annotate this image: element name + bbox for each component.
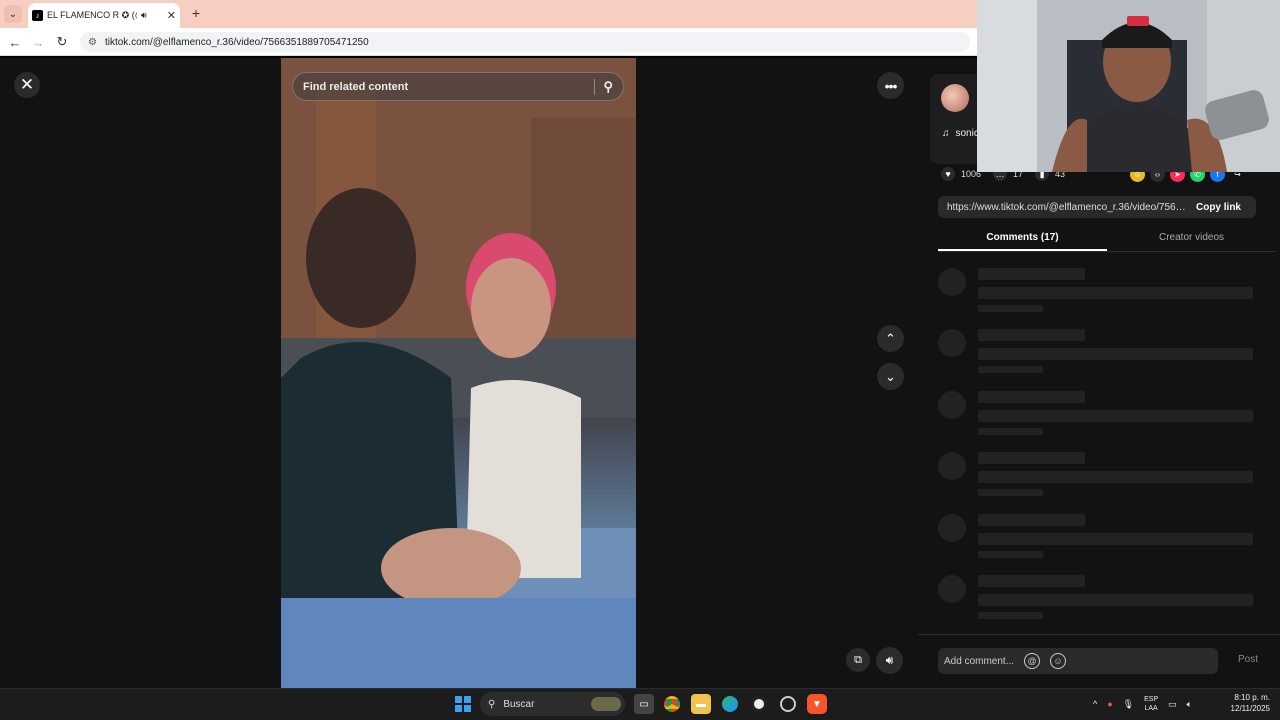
comment-input[interactable]: Add comment... @ ☺ [938, 648, 1218, 674]
copy-link-button[interactable]: Copy link [1196, 202, 1241, 213]
music-note-icon: ♫ [942, 128, 950, 139]
webcam-overlay [977, 0, 1280, 172]
comment-skeleton [938, 391, 1258, 441]
network-icon[interactable]: ▭ [1168, 699, 1177, 710]
clock-date: 12/11/2025 [1230, 704, 1270, 713]
emoji-picker-icon[interactable]: ☺ [1050, 653, 1067, 669]
author-avatar[interactable] [941, 84, 969, 112]
edge-icon[interactable] [720, 694, 740, 714]
task-view-icon[interactable]: ▭ [634, 694, 654, 714]
close-video-button[interactable]: ✕ [14, 72, 40, 98]
volume-tray-icon[interactable]: 🔈︎ [1187, 699, 1192, 710]
lang-line1: ESP [1144, 696, 1159, 703]
previous-video-button[interactable]: ⌃ [877, 325, 904, 352]
forward-arrow-icon[interactable]: → [29, 33, 47, 51]
sound-row[interactable]: ♫ sonic [942, 128, 979, 139]
new-tab-button[interactable]: + [188, 5, 204, 21]
share-url: https://www.tiktok.com/@elflamenco_r.36/… [947, 201, 1187, 213]
comment-skeleton [938, 575, 1258, 625]
system-clock[interactable]: 8:10 p. m. 12/11/2025 [1220, 692, 1270, 714]
volume-icon[interactable]: 🔊︎ [876, 647, 903, 674]
address-bar[interactable]: ⚙ tiktok.com/@elflamenco_r.36/video/7566… [80, 32, 970, 52]
lang-line2: LAA [1144, 705, 1158, 712]
comment-skeleton [938, 268, 1258, 318]
tab-creator-videos[interactable]: Creator videos [1107, 228, 1276, 251]
comment-placeholder: Add comment... [944, 655, 1015, 667]
system-tray: ^ ● 🎙︎ ESP LAA ▭ 🔈︎ [1093, 692, 1192, 716]
microphone-icon[interactable]: 🎙︎ [1123, 699, 1134, 710]
find-related-search[interactable]: Find related content ⚲ [292, 72, 624, 101]
obs-icon[interactable] [749, 694, 769, 714]
comment-skeleton [938, 514, 1258, 564]
heart-icon: ♥ [941, 167, 955, 181]
search-icon: ⚲ [488, 698, 496, 710]
app-notification-icon[interactable] [778, 694, 798, 714]
comment-skeleton [938, 329, 1258, 379]
next-video-button[interactable]: ⌄ [877, 363, 904, 390]
chrome-icon[interactable] [662, 694, 682, 714]
taskbar-search-label: Buscar [503, 698, 535, 710]
webcam-frame [977, 0, 1280, 172]
taskbar-search[interactable]: ⚲ Buscar [480, 692, 625, 716]
address-url: tiktok.com/@elflamenco_r.36/video/756635… [104, 36, 369, 48]
clock-time: 8:10 p. m. [1234, 693, 1270, 702]
search-highlight-icon [591, 697, 621, 711]
share-link-box: https://www.tiktok.com/@elflamenco_r.36/… [938, 196, 1256, 218]
mention-icon[interactable]: @ [1024, 653, 1041, 669]
more-options-button[interactable]: ••• [877, 72, 904, 99]
sound-label: sonic [955, 128, 979, 139]
like-stat[interactable]: ♥ 1006 [941, 167, 981, 181]
site-info-icon[interactable]: ⚙ [88, 37, 97, 48]
tab-close-icon[interactable]: ✕ [167, 9, 176, 22]
reload-icon[interactable]: ↻ [53, 33, 71, 51]
chevron-up-icon[interactable]: ^ [1093, 699, 1097, 709]
search-icon[interactable]: ⚲ [603, 79, 613, 95]
tab-comments[interactable]: Comments (17) [938, 228, 1107, 251]
tray-app-icon[interactable]: ● [1107, 699, 1112, 709]
video-player[interactable] [281, 58, 636, 688]
picture-in-picture-icon[interactable]: ⧉ [846, 648, 870, 672]
comment-skeleton [938, 452, 1258, 502]
post-button[interactable]: Post [1238, 654, 1258, 665]
tab-title: EL FLAMENCO R ✪ (@elfl [47, 10, 137, 20]
language-indicator[interactable]: ESP LAA [1144, 695, 1158, 713]
tab-search-dropdown-icon[interactable]: ⌄ [4, 5, 22, 23]
search-placeholder: Find related content [303, 80, 409, 93]
back-arrow-icon[interactable]: ← [6, 33, 24, 51]
panel-tabs: Comments (17) Creator videos [938, 228, 1276, 252]
tiktok-favicon-icon: ♪ [32, 10, 43, 21]
tab-audio-icon[interactable]: 🔊︎ [141, 10, 147, 21]
file-explorer-icon[interactable]: ▬ [691, 694, 711, 714]
video-frame [281, 58, 636, 688]
search-divider [594, 78, 596, 95]
browser-tab[interactable]: ♪ EL FLAMENCO R ✪ (@elfl 🔊︎ ✕ [28, 3, 180, 28]
windows-start-icon[interactable] [455, 696, 471, 712]
brave-icon[interactable]: ▼ [807, 694, 827, 714]
